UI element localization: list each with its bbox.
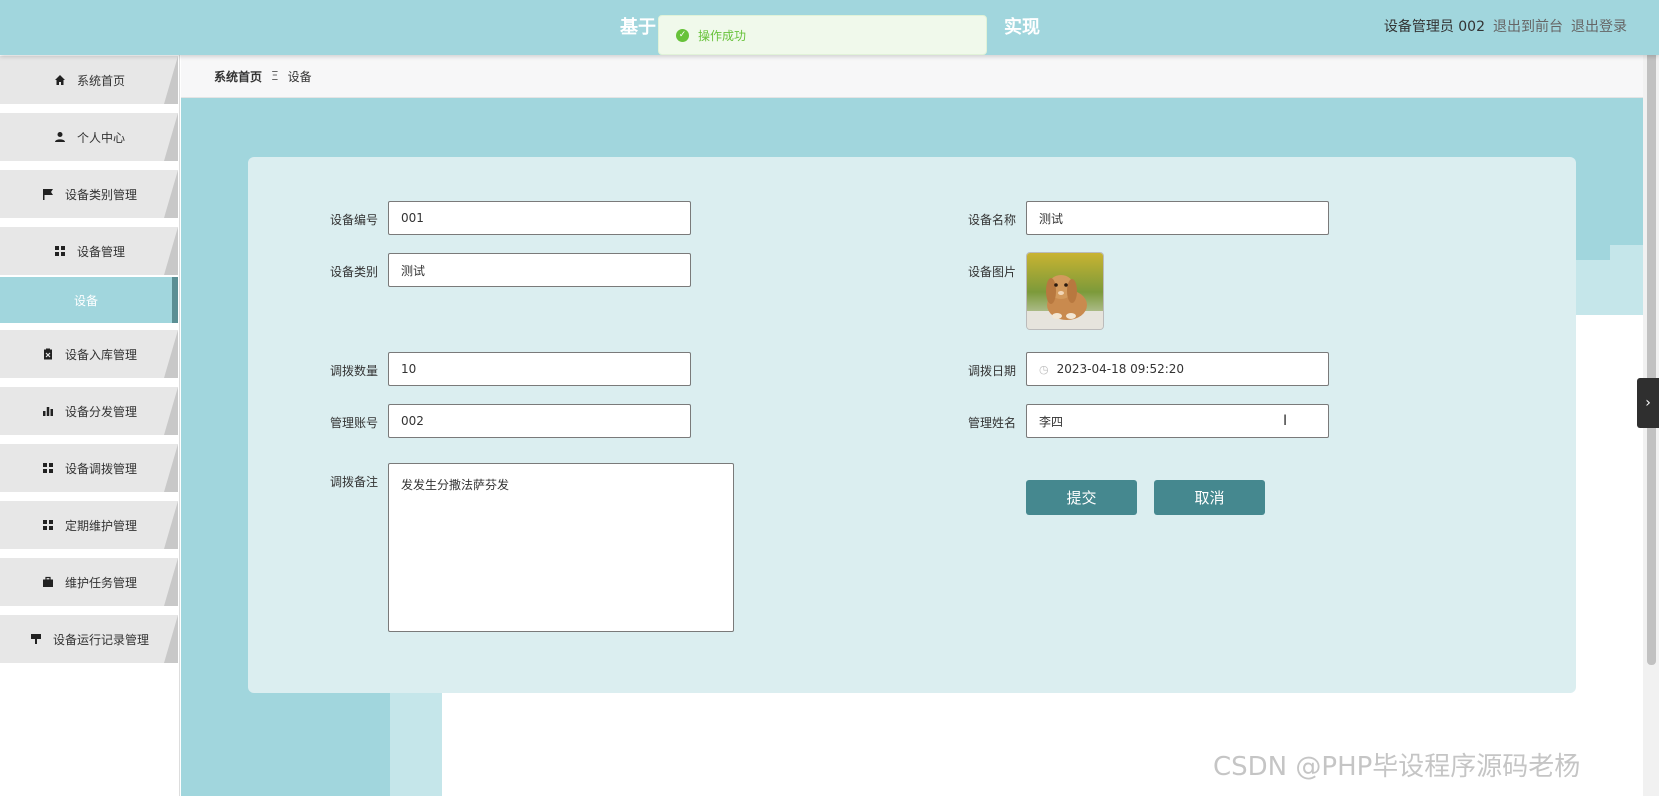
sidebar-subitem-device[interactable]: 设备 bbox=[0, 277, 178, 323]
account-label: 管理账号 bbox=[329, 416, 378, 430]
toast-message: 操作成功 bbox=[698, 28, 747, 43]
check-circle-icon: ✓ bbox=[676, 28, 689, 42]
remark-value: 发发生分撒法萨芬发 bbox=[401, 478, 510, 492]
sidebar-item-label: 系统首页 bbox=[76, 73, 125, 88]
category-label: 设备类别 bbox=[329, 265, 378, 279]
bar-chart-icon bbox=[41, 404, 55, 418]
sidebar-item-label: 定期维护管理 bbox=[64, 518, 137, 533]
flag-icon bbox=[41, 187, 55, 201]
site-title-tail: 实现 bbox=[1004, 17, 1040, 38]
grid-icon bbox=[41, 518, 55, 532]
cancel-button[interactable]: 取消 bbox=[1154, 480, 1265, 515]
sidebar-item-label: 设备管理 bbox=[76, 244, 125, 259]
sidebar-item-label: 设备调拨管理 bbox=[64, 461, 137, 476]
side-expand-tab[interactable]: › bbox=[1637, 378, 1659, 428]
to-front-link[interactable]: 退出到前台 bbox=[1493, 16, 1563, 36]
name-label: 设备名称 bbox=[967, 213, 1016, 227]
breadcrumb-current: 设备 bbox=[287, 69, 312, 84]
sidebar-item-tasks[interactable]: 维护任务管理 bbox=[0, 558, 178, 606]
sidebar-subitem-label: 设备 bbox=[73, 293, 98, 308]
home-icon bbox=[53, 73, 67, 87]
qty-value: 10 bbox=[401, 362, 417, 376]
date-label: 调拨日期 bbox=[967, 364, 1016, 378]
code-value: 001 bbox=[401, 211, 424, 225]
scrollbar-thumb[interactable] bbox=[1647, 0, 1656, 665]
user-icon bbox=[53, 130, 67, 144]
sidebar-item-transfer[interactable]: 设备调拨管理 bbox=[0, 444, 178, 492]
remark-label: 调拨备注 bbox=[329, 475, 378, 489]
sidebar: 系统首页 个人中心 设备类别管理 设备管理 设备 设备入库管理 设备分发管理 设… bbox=[0, 55, 180, 796]
sidebar-item-maintenance[interactable]: 定期维护管理 bbox=[0, 501, 178, 549]
manager-value: 李四 bbox=[1039, 414, 1064, 429]
grid-icon bbox=[41, 461, 55, 475]
qty-input[interactable]: 10 bbox=[388, 352, 691, 386]
watermark: CSDN @PHP毕设程序源码老杨 bbox=[1213, 752, 1581, 782]
remark-textarea[interactable]: 发发生分撒法萨芬发 bbox=[388, 463, 734, 632]
name-value: 测试 bbox=[1039, 211, 1064, 226]
sidebar-item-label: 设备类别管理 bbox=[64, 187, 137, 202]
sidebar-item-label: 个人中心 bbox=[76, 130, 125, 145]
breadcrumb-separator: Ξ bbox=[271, 69, 279, 83]
breadcrumb-home[interactable]: 系统首页 bbox=[214, 68, 262, 85]
sign-icon bbox=[29, 632, 43, 646]
sidebar-item-distribution[interactable]: 设备分发管理 bbox=[0, 387, 178, 435]
sidebar-item-category[interactable]: 设备类别管理 bbox=[0, 170, 178, 218]
qty-label: 调拨数量 bbox=[329, 364, 378, 378]
site-title-head: 基于 bbox=[620, 17, 656, 38]
decor-block bbox=[390, 690, 442, 796]
sidebar-item-run-log[interactable]: 设备运行记录管理 bbox=[0, 615, 178, 663]
logout-link[interactable]: 退出登录 bbox=[1571, 16, 1627, 36]
sidebar-item-label: 设备入库管理 bbox=[64, 347, 137, 362]
submit-button[interactable]: 提交 bbox=[1026, 480, 1137, 515]
sidebar-item-label: 设备运行记录管理 bbox=[52, 632, 149, 647]
clock-icon: ◷ bbox=[1039, 362, 1049, 376]
text-cursor-icon: I bbox=[1283, 413, 1288, 429]
name-input[interactable]: 测试 bbox=[1026, 201, 1329, 235]
chevron-right-icon: › bbox=[1645, 395, 1651, 411]
sidebar-item-stock-in[interactable]: 设备入库管理 bbox=[0, 330, 178, 378]
manager-label: 管理姓名 bbox=[967, 416, 1016, 430]
grid-icon bbox=[53, 244, 67, 258]
date-picker[interactable]: ◷ 2023-04-18 09:52:20 bbox=[1026, 352, 1329, 386]
decor-block bbox=[1610, 245, 1643, 315]
success-toast: ✓ 操作成功 bbox=[658, 15, 987, 55]
device-image[interactable] bbox=[1026, 252, 1104, 330]
account-input[interactable]: 002 bbox=[388, 404, 691, 438]
sidebar-item-home[interactable]: 系统首页 bbox=[0, 56, 178, 104]
category-input[interactable]: 测试 bbox=[388, 253, 691, 287]
briefcase-icon bbox=[41, 575, 55, 589]
sidebar-item-device[interactable]: 设备管理 bbox=[0, 227, 178, 275]
code-input[interactable]: 001 bbox=[388, 201, 691, 235]
breadcrumb: 系统首页 Ξ 设备 bbox=[181, 55, 1643, 98]
decor-block bbox=[1575, 260, 1610, 315]
device-form-card: 设备编号 001 设备名称 测试 设备类别 测试 设备图片 调拨数量 10 调拨… bbox=[248, 157, 1576, 693]
decor-block bbox=[1575, 315, 1643, 796]
header-user-area: 设备管理员 002 退出到前台 退出登录 bbox=[1384, 16, 1627, 36]
category-value: 测试 bbox=[401, 263, 426, 278]
date-value: 2023-04-18 09:52:20 bbox=[1056, 362, 1185, 376]
current-user: 设备管理员 002 bbox=[1383, 19, 1485, 35]
clipboard-icon bbox=[41, 347, 55, 361]
code-label: 设备编号 bbox=[329, 213, 378, 227]
account-value: 002 bbox=[401, 414, 424, 428]
sidebar-item-label: 设备分发管理 bbox=[64, 404, 137, 419]
sidebar-item-label: 维护任务管理 bbox=[64, 575, 137, 590]
image-label: 设备图片 bbox=[967, 265, 1016, 279]
sidebar-item-profile[interactable]: 个人中心 bbox=[0, 113, 178, 161]
